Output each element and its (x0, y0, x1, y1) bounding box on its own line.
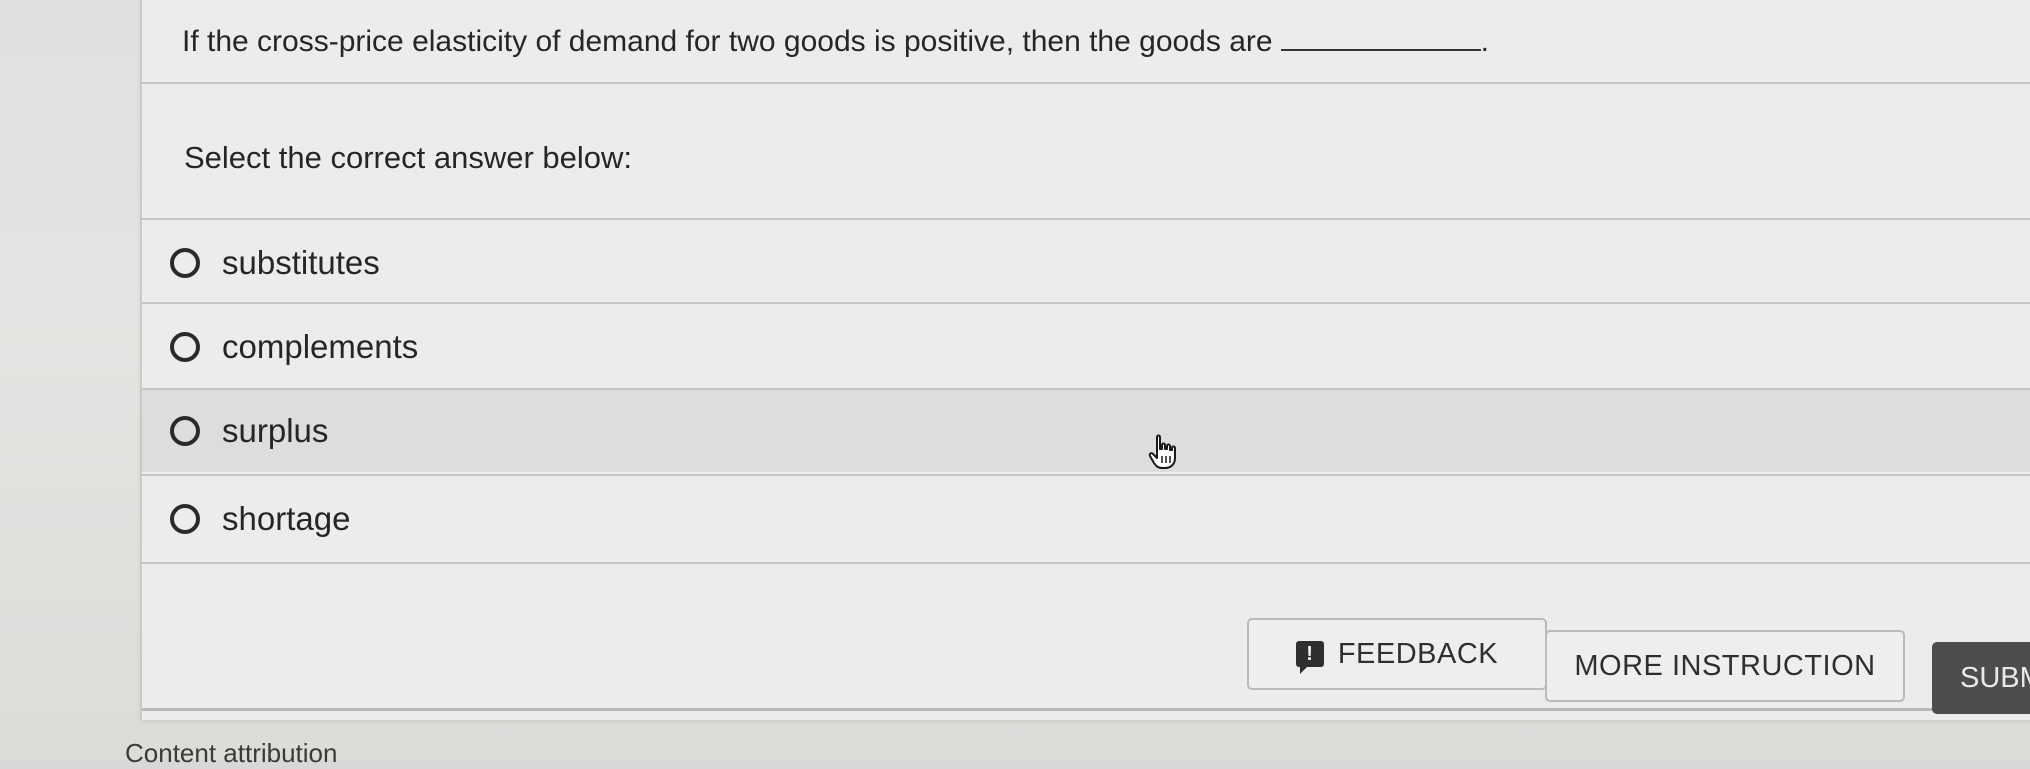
answer-option-complements[interactable]: complements (142, 306, 2030, 388)
question-card: If the cross-price elasticity of demand … (140, 0, 2030, 720)
radio-button[interactable] (170, 332, 200, 362)
feedback-button[interactable]: ! FEEDBACK (1247, 618, 1547, 690)
page: If the cross-price elasticity of demand … (0, 0, 2030, 768)
card-bottom-border (142, 708, 2030, 711)
option-label: shortage (222, 500, 351, 537)
feedback-button-label: FEEDBACK (1337, 637, 1499, 670)
answer-option-surplus[interactable]: surplus (142, 390, 2030, 472)
divider (142, 562, 2030, 564)
option-label: surplus (222, 412, 329, 449)
question-text: If the cross-price elasticity of demand … (182, 25, 1273, 58)
divider (142, 82, 2030, 84)
submit-button-label: SUBM (1960, 661, 2030, 694)
question-period: . (1480, 25, 1489, 58)
divider (142, 302, 2030, 304)
divider (142, 218, 2030, 220)
submit-button[interactable]: SUBM (1932, 642, 2030, 714)
feedback-icon: ! (1295, 641, 1324, 674)
radio-button[interactable] (170, 416, 200, 446)
option-label: substitutes (222, 244, 380, 281)
more-instruction-label: MORE INSTRUCTION (1574, 649, 1876, 682)
answer-blank (1280, 23, 1481, 51)
more-instruction-button[interactable]: MORE INSTRUCTION (1545, 630, 1905, 702)
divider (142, 474, 2030, 476)
answer-option-substitutes[interactable]: substitutes (142, 222, 2030, 304)
hand-pointer-icon (1148, 434, 1176, 469)
answer-prompt: Select the correct answer below: (184, 140, 632, 175)
question-stem: If the cross-price elasticity of demand … (182, 20, 2002, 64)
content-attribution-link[interactable]: Content attribution (125, 738, 337, 769)
radio-button[interactable] (170, 248, 200, 278)
option-label: complements (222, 328, 419, 365)
answer-option-shortage[interactable]: shortage (142, 478, 2030, 560)
radio-button[interactable] (170, 504, 200, 534)
